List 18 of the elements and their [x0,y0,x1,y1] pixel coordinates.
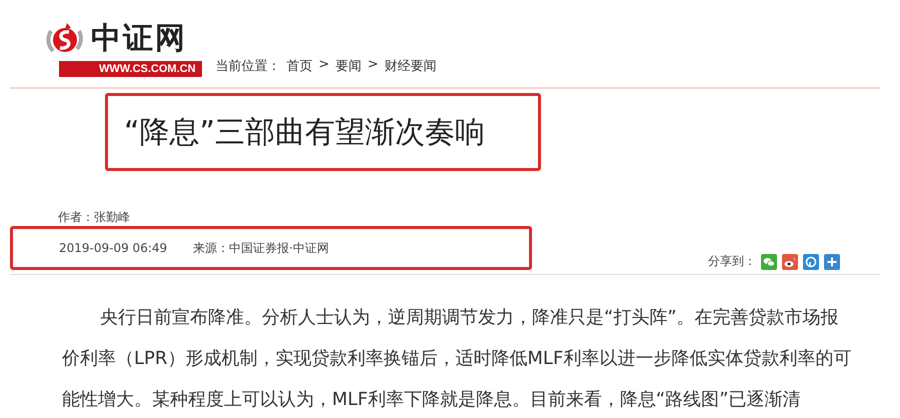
article-author: 作者：张勤峰 [58,209,131,226]
article-title: “降息”三部曲有望渐次奏响 [124,114,486,152]
site-url-banner: WWW.CS.COM.CN [59,61,202,77]
breadcrumb-separator: > [367,57,378,74]
breadcrumb-link[interactable]: 财经要闻 [384,57,436,75]
breadcrumb-separator: > [318,57,330,74]
article-paragraph: 央行日前宣布降准。分析人士认为，逆周期调节发力，降准只是“打头阵”。在完善贷款市场报价利率（LPR）形成机制，实现贷款利率换锚后，适时降低MLF利率以进一步降低实体贷款利率的可能性增大。某种程度上可以认为，MLF利率下降就是降息。目前来看，降息“路线图”已逐渐清 [62,306,852,412]
weibo-icon[interactable] [782,254,798,270]
publish-date: 2019-09-09 06:49 [59,241,168,255]
star-icon[interactable] [803,254,819,270]
article-source: 来源：中国证券报·中证网 [193,240,329,256]
site-name: 中证网 [91,20,187,58]
breadcrumb-link[interactable]: 首页 [286,57,313,75]
share-label: 分享到： [708,253,756,270]
chat-bubbles-icon[interactable] [761,254,777,270]
breadcrumb-label: 当前位置： [216,58,281,75]
plus-icon[interactable] [824,254,840,270]
breadcrumb-link[interactable]: 要闻 [335,57,362,75]
